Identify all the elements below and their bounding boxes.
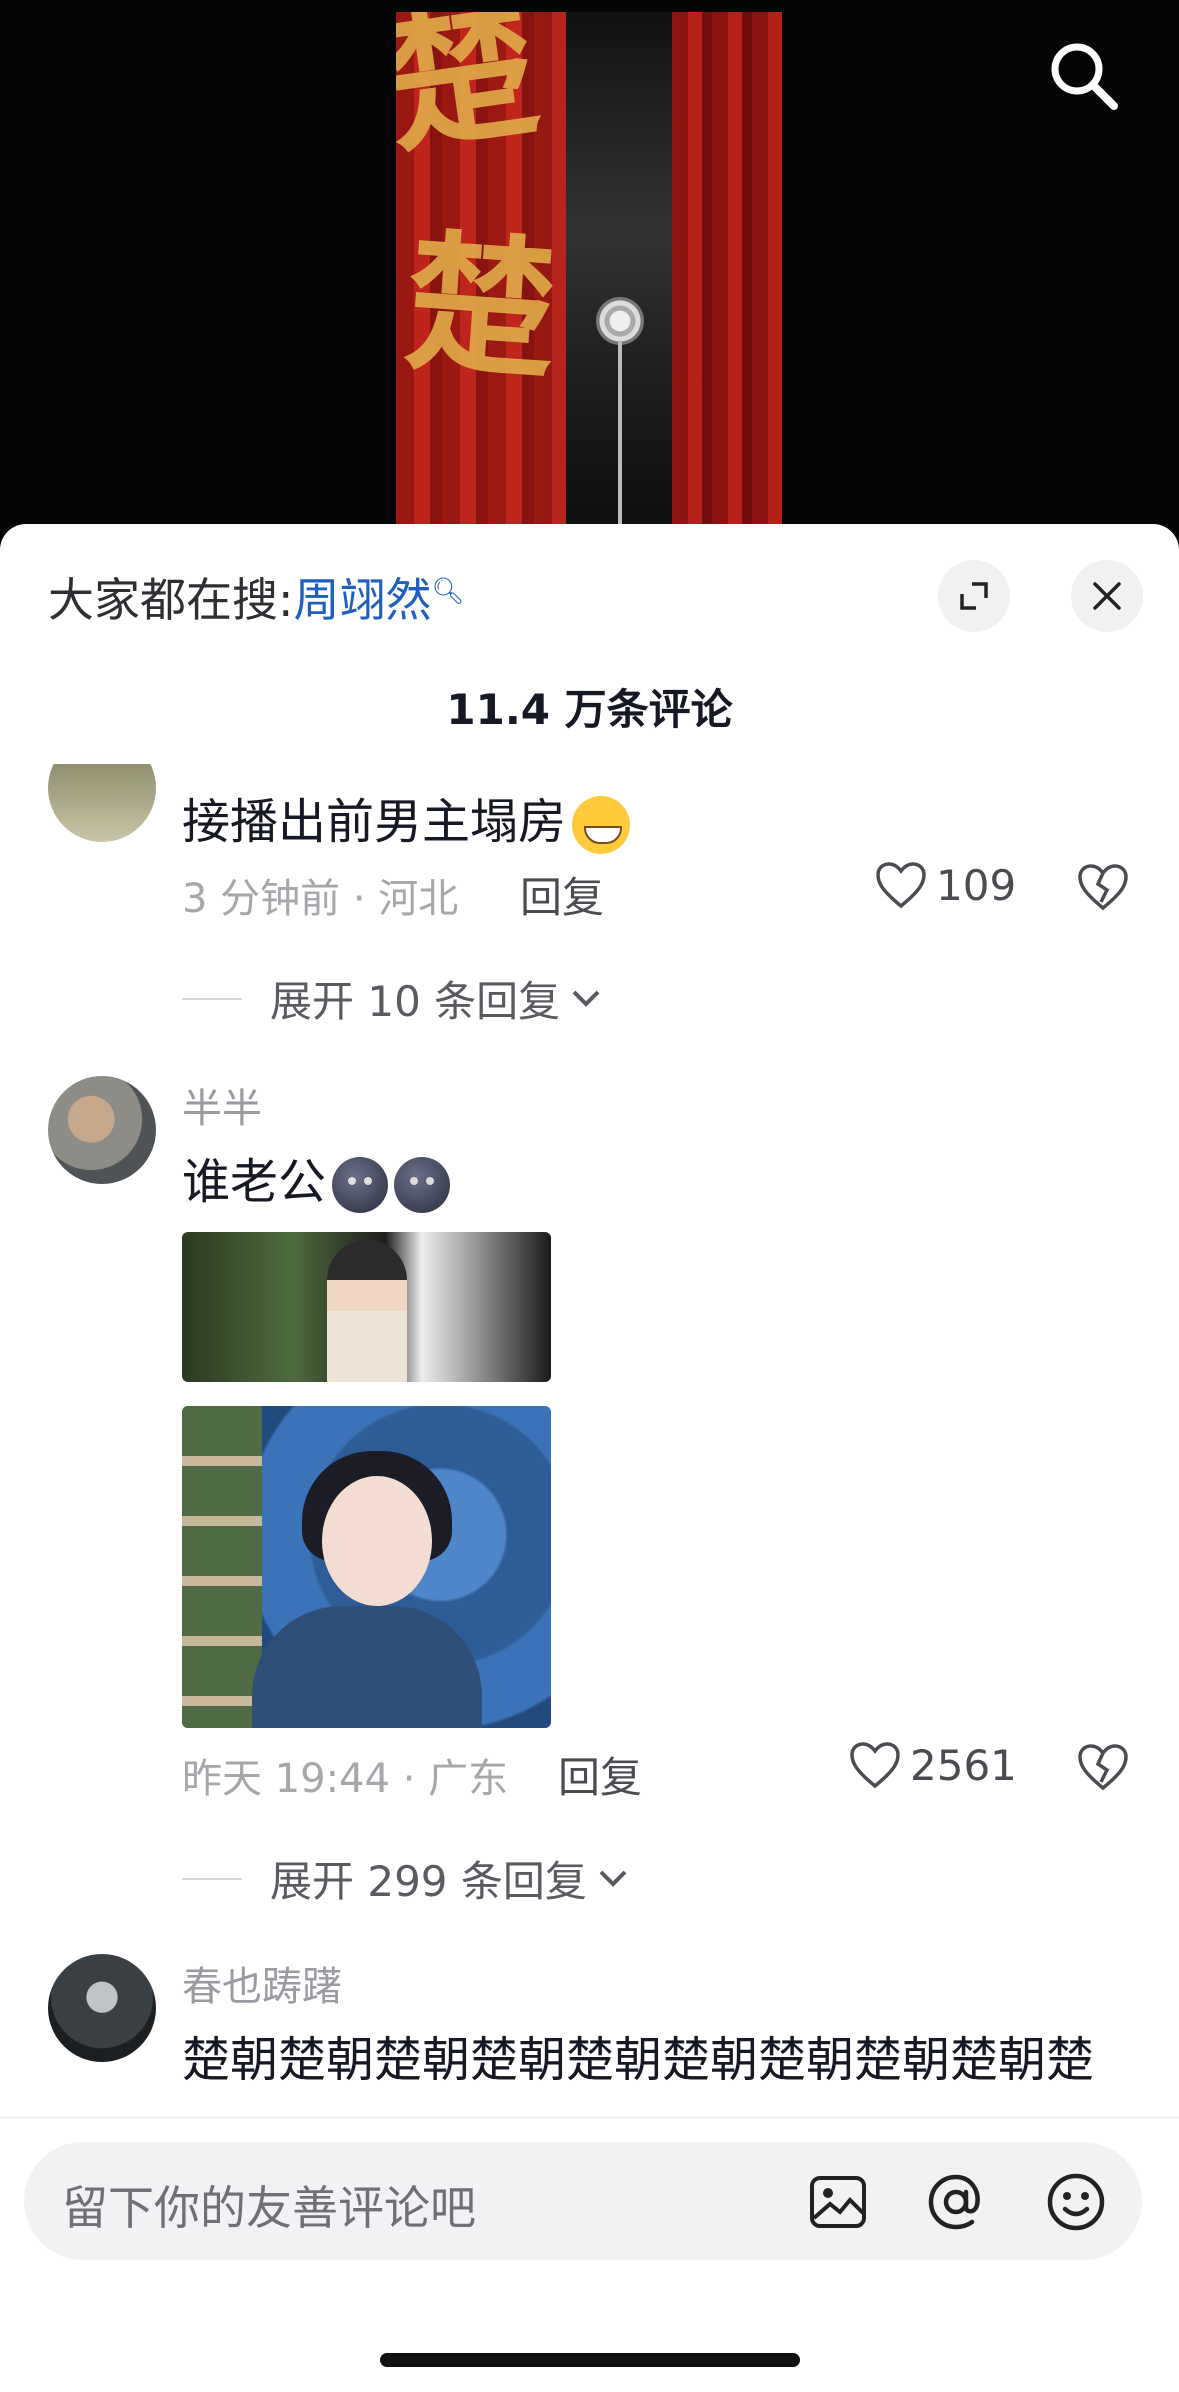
expand-replies-label: 展开 299 条回复 <box>270 1857 587 1906</box>
broken-heart-icon[interactable] <box>1076 1742 1130 1796</box>
avatar[interactable] <box>48 1076 156 1184</box>
divider <box>182 1877 242 1880</box>
poster-calligraphy: 楚 <box>396 12 548 175</box>
expand-replies[interactable]: 展开 299 条回复 <box>182 1848 633 1909</box>
search-icon[interactable] <box>1046 38 1120 112</box>
moon-face-emoji-icon <box>394 1157 451 1213</box>
comment-image[interactable] <box>182 1406 551 1728</box>
expand-icon[interactable] <box>938 560 1010 632</box>
heart-icon <box>850 1742 900 1789</box>
hot-search-label: 大家都在搜: <box>48 573 294 627</box>
like-count: 109 <box>936 860 1017 910</box>
close-icon[interactable] <box>1071 560 1143 632</box>
moon-face-emoji-icon <box>332 1157 389 1213</box>
username[interactable]: 半半 <box>182 1076 262 1134</box>
hot-search[interactable]: 大家都在搜:周翊然🔍︎ <box>48 564 465 630</box>
chevron-down-icon <box>599 1870 627 1887</box>
comment-text: 谁老公 <box>182 1142 451 1213</box>
image-icon[interactable] <box>806 2170 870 2234</box>
chevron-down-icon <box>572 990 600 1007</box>
small-search-icon: 🔍︎ <box>431 576 465 607</box>
reply-button[interactable]: 回复 <box>520 864 604 925</box>
grin-emoji-icon <box>572 796 631 854</box>
image-background <box>182 1406 262 1728</box>
comment-meta: 3 分钟前 · 河北 <box>182 876 459 922</box>
comment-sheet: 大家都在搜:周翊然🔍︎ 11.4 万条评论 接播出前男主塌房 3 分钟前 · 河… <box>0 524 1179 2391</box>
drama-poster: 楚 楚 <box>396 12 782 560</box>
person-in-image <box>327 1240 407 1382</box>
home-indicator <box>380 2353 800 2367</box>
sword-illustration <box>618 342 622 542</box>
emoji-icon[interactable] <box>1044 2170 1108 2234</box>
divider <box>182 997 242 1000</box>
comment-text: 接播出前男主塌房 <box>182 782 631 854</box>
peony-illustration <box>596 297 644 345</box>
comment-meta: 昨天 19:44 · 广东 <box>182 1756 509 1802</box>
avatar[interactable] <box>48 1954 156 2062</box>
video-area[interactable]: 楚 楚 <box>0 0 1179 560</box>
red-curtain-right <box>672 12 782 560</box>
broken-heart-icon[interactable] <box>1076 862 1130 916</box>
expand-replies-label: 展开 10 条回复 <box>270 977 561 1026</box>
like-button[interactable]: 109 <box>874 860 1016 910</box>
avatar[interactable] <box>48 764 156 842</box>
comment-input-bar: 留下你的友善评论吧 <box>0 2117 1179 2392</box>
username[interactable]: 春也踌躇 <box>182 1954 342 2012</box>
expand-replies[interactable]: 展开 10 条回复 <box>182 968 606 1029</box>
comment-list[interactable]: 接播出前男主塌房 3 分钟前 · 河北 回复 109 展开 10 条回复 半半 … <box>0 764 1179 2104</box>
like-button[interactable]: 2561 <box>848 1740 1017 1790</box>
reply-button[interactable]: 回复 <box>558 1744 642 1805</box>
person-in-image <box>252 1606 482 1728</box>
heart-icon <box>876 862 926 909</box>
comment-count: 11.4 万条评论 <box>446 685 733 734</box>
at-icon[interactable] <box>924 2170 988 2234</box>
comment-input-placeholder: 留下你的友善评论吧 <box>62 2181 476 2235</box>
hot-search-keyword[interactable]: 周翊然 <box>294 573 432 627</box>
comment-text: 楚朝楚朝楚朝楚朝楚朝楚朝楚朝楚朝楚朝楚 <box>182 2032 1095 2088</box>
poster-calligraphy: 楚 <box>400 213 562 401</box>
like-count: 2561 <box>910 1740 1017 1790</box>
comment-image[interactable] <box>182 1232 551 1382</box>
comment-input[interactable]: 留下你的友善评论吧 <box>24 2142 1142 2260</box>
sheet-header: 大家都在搜:周翊然🔍︎ <box>0 524 1179 674</box>
person-in-image <box>322 1476 432 1606</box>
